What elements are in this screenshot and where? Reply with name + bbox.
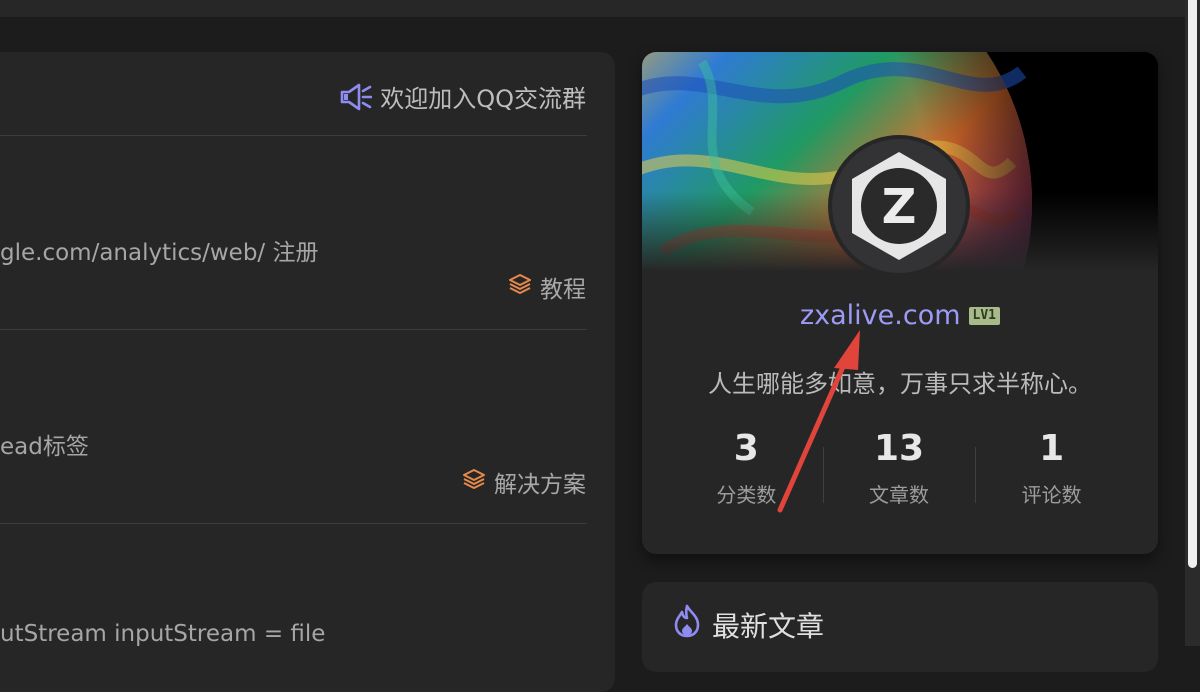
stat-articles[interactable]: 13 文章数 [822,427,976,508]
stat-comments[interactable]: 1 评论数 [975,427,1128,508]
post-excerpt[interactable]: utStream inputStream = file [0,621,325,647]
profile-card: Z zxalive.com LV1 人生哪能多如意，万事只求半称心。 3 分类数… [642,52,1158,554]
notice-text: 欢迎加入QQ交流群 [380,85,586,113]
avatar-letter: Z [882,179,917,235]
divider [0,135,587,136]
latest-posts-card: 最新文章 [642,582,1158,672]
stat-categories[interactable]: 3 分类数 [670,427,823,508]
stat-label: 评论数 [1021,483,1082,507]
stat-value: 13 [873,428,925,469]
scrollbar-thumb[interactable] [1188,0,1197,568]
level-badge: LV1 [968,306,1001,325]
stat-value: 1 [1039,428,1065,469]
post-excerpt[interactable]: ead标签 [0,427,89,461]
stat-label: 分类数 [716,483,777,507]
megaphone-icon [340,83,373,111]
divider [0,523,587,524]
profile-motto: 人生哪能多如意，万事只求半称心。 [708,370,1092,398]
top-bar [0,0,1185,17]
post-excerpt[interactable]: gle.com/analytics/web/ 注册 [0,233,319,267]
latest-posts-title: 最新文章 [712,609,825,643]
flame-icon [672,604,702,645]
stat-value: 3 [733,428,759,469]
avatar[interactable]: Z [828,135,970,277]
post-category-link[interactable]: 教程 [508,270,586,304]
post-list-card [0,52,615,692]
latest-posts-heading: 最新文章 [672,604,824,645]
site-name-row: zxalive.com LV1 [642,300,1158,331]
site-name-link[interactable]: zxalive.com [800,300,961,331]
qq-group-notice[interactable]: 欢迎加入QQ交流群 [340,79,586,114]
profile-stats: 3 分类数 13 文章数 1 评论数 [670,427,1128,508]
layers-icon [462,468,486,496]
post-category-label: 教程 [540,277,586,303]
post-category-link[interactable]: 解决方案 [462,465,586,499]
layers-icon [508,273,532,301]
stat-label: 文章数 [869,483,929,507]
divider [0,329,587,330]
post-category-label: 解决方案 [494,472,586,498]
